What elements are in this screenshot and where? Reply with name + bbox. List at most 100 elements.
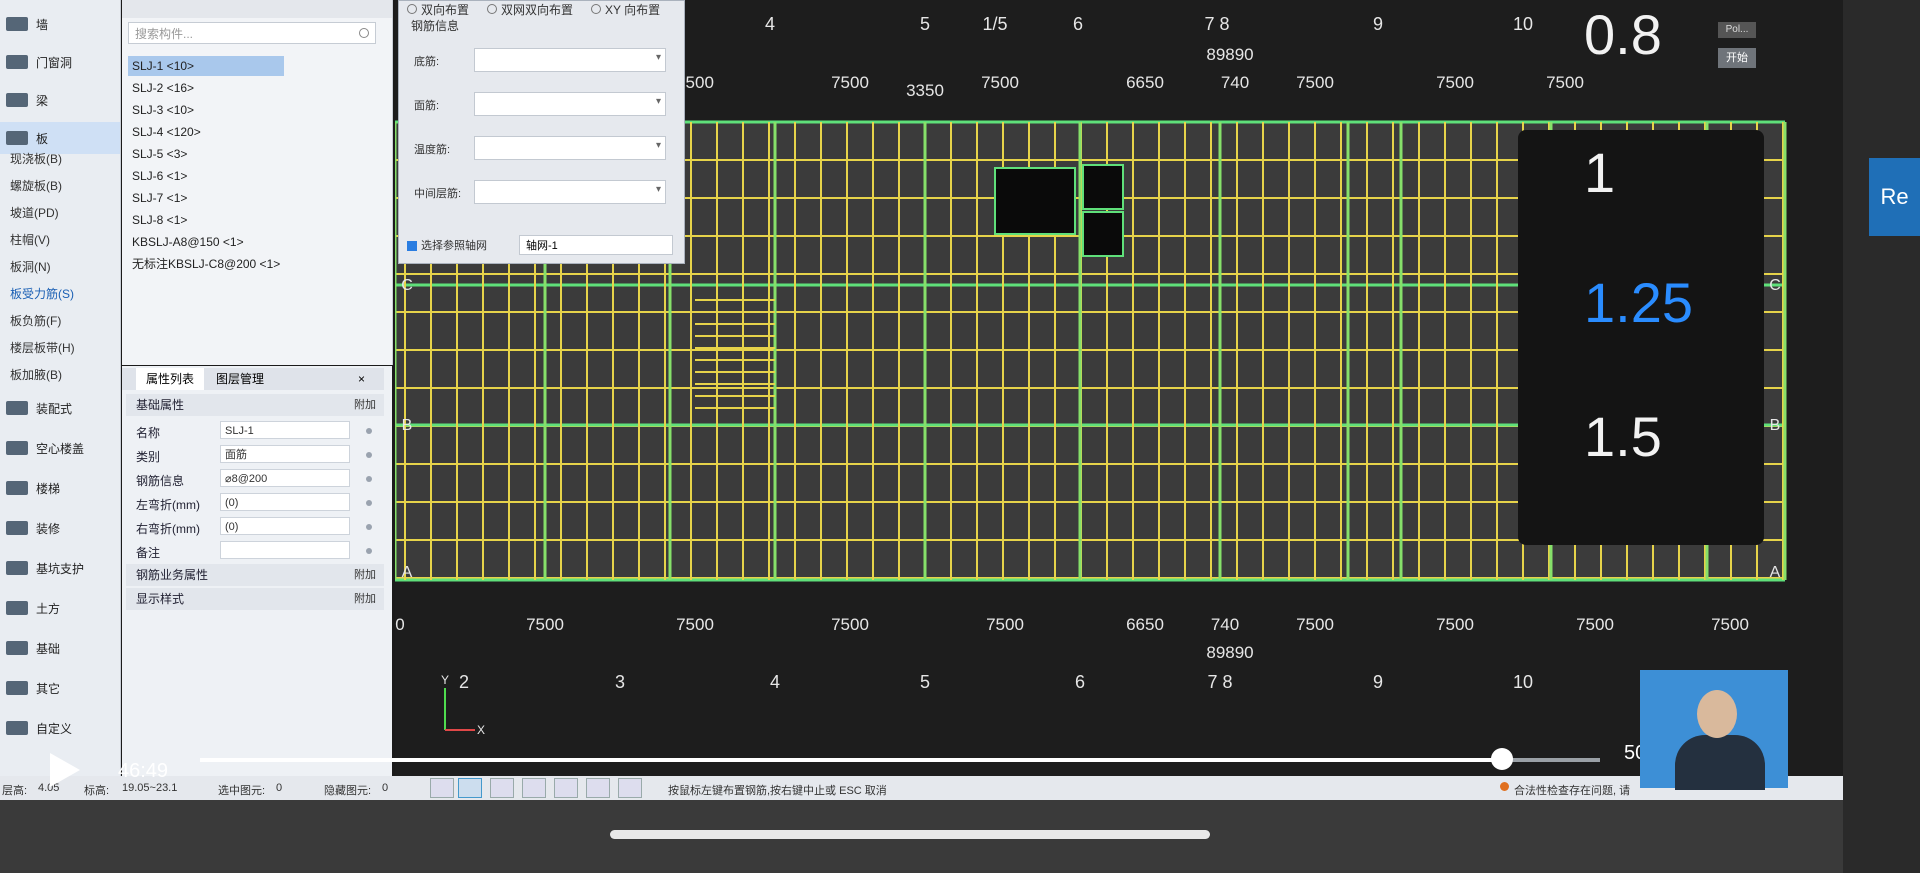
component-item[interactable]: SLJ-2 <16> <box>128 78 194 98</box>
section-basic-add[interactable]: 附加 <box>354 394 376 416</box>
nav-group[interactable]: 土方 <box>0 592 120 624</box>
component-item[interactable]: SLJ-7 <1> <box>128 188 187 208</box>
nav-subitem[interactable]: 坡道(PD) <box>10 204 59 221</box>
property-row[interactable]: 左弯折(mm) (0) <box>130 492 384 514</box>
left-nav: 墙门窗洞梁板 现浇板(B) 螺旋板(B) 坡道(PD) 柱帽(V) 板洞(N) 板受力筋(… <box>0 0 121 800</box>
property-value[interactable]: ⌀8@200 <box>220 469 350 487</box>
property-row[interactable]: 右弯折(mm) (0) <box>130 516 384 538</box>
nav-group[interactable]: 自定义 <box>0 712 120 744</box>
nav-group[interactable]: 装配式 <box>0 392 120 424</box>
nav-subitem[interactable]: 板负筋(F) <box>10 312 61 329</box>
snap-toolbar[interactable] <box>430 778 650 798</box>
grid-icon[interactable] <box>586 778 610 798</box>
angle-icon[interactable] <box>522 778 546 798</box>
zoom-option[interactable]: 1.5 <box>1584 404 1662 469</box>
section-display[interactable]: 显示样式 附加 <box>126 588 384 610</box>
slab-opening[interactable] <box>1082 211 1124 257</box>
property-value[interactable]: (0) <box>220 493 350 511</box>
rebar-field[interactable]: 温度筋: <box>410 136 670 160</box>
rect-snap-icon[interactable] <box>458 778 482 798</box>
dimension-bottom: 7500 <box>1576 615 1614 634</box>
checkbox-icon[interactable] <box>407 241 417 252</box>
slab-opening[interactable] <box>994 167 1076 235</box>
nav-subitem[interactable]: 螺旋板(B) <box>10 177 62 194</box>
nav-group[interactable]: 空心楼盖 <box>0 432 120 464</box>
nav-item-icon <box>6 131 28 145</box>
radio-two-way[interactable]: 双向布置 <box>407 1 469 18</box>
open-button[interactable]: 开始 <box>1718 48 1756 68</box>
property-toggle-icon[interactable] <box>366 452 372 458</box>
property-toggle-icon[interactable] <box>366 428 372 434</box>
property-toggle-icon[interactable] <box>366 548 372 554</box>
zoom-option[interactable]: 1.25 <box>1584 270 1693 335</box>
section-display-add[interactable]: 附加 <box>354 588 376 610</box>
zoom-option[interactable]: 1 <box>1584 140 1615 205</box>
component-item[interactable]: SLJ-3 <10> <box>128 100 194 120</box>
property-row[interactable]: 备注 <box>130 540 384 562</box>
section-basic[interactable]: 基础属性 附加 <box>126 394 384 416</box>
search-input[interactable]: 搜索构件... <box>128 22 376 44</box>
hint-box[interactable]: Pol... <box>1718 22 1756 38</box>
rebar-field[interactable]: 中间层筋: <box>410 180 670 204</box>
component-item[interactable]: KBSLJ-A8@150 <1> <box>128 232 244 252</box>
rebar-field[interactable]: 底筋: <box>410 48 670 72</box>
nav-subitem[interactable]: 现浇板(B) <box>10 150 62 167</box>
component-item[interactable]: SLJ-4 <120> <box>128 122 201 142</box>
rebar-field[interactable]: 面筋: <box>410 92 670 116</box>
property-value[interactable]: (0) <box>220 517 350 535</box>
component-item[interactable]: SLJ-1 <10> <box>128 56 284 76</box>
component-item[interactable]: SLJ-8 <1> <box>128 210 187 230</box>
nav-group[interactable]: 装修 <box>0 512 120 544</box>
property-toggle-icon[interactable] <box>366 524 372 530</box>
progress-knob[interactable] <box>1491 748 1513 770</box>
property-toggle-icon[interactable] <box>366 500 372 506</box>
axis-select[interactable]: 轴网-1 <box>519 235 673 255</box>
zoom-option[interactable]: 0.8 <box>1584 2 1662 67</box>
property-value[interactable]: SLJ-1 <box>220 421 350 439</box>
rebar-field-select[interactable] <box>474 48 666 72</box>
radio-xy[interactable]: XY 向布置 <box>591 1 660 18</box>
property-row[interactable]: 名称 SLJ-1 <box>130 420 384 442</box>
rebar-field-select[interactable] <box>474 180 666 204</box>
nav-subitem[interactable]: 楼层板带(H) <box>10 339 75 356</box>
nav-group[interactable]: 基坑支护 <box>0 552 120 584</box>
nav-subitem[interactable]: 板加腋(B) <box>10 366 62 383</box>
rebar-field-select[interactable] <box>474 136 666 160</box>
property-toggle-icon[interactable] <box>366 476 372 482</box>
search-placeholder: 搜索构件... <box>135 27 194 41</box>
arc-icon[interactable] <box>618 778 642 798</box>
line-icon[interactable] <box>554 778 578 798</box>
nav-item-2[interactable]: 梁 <box>0 84 120 116</box>
nav-subitem[interactable]: 板受力筋(S) <box>10 285 74 302</box>
ortho-icon[interactable] <box>430 778 454 798</box>
component-item[interactable]: 无标注KBSLJ-C8@200 <1> <box>128 254 280 274</box>
row-label-left: A <box>402 564 413 581</box>
component-item[interactable]: SLJ-5 <3> <box>128 144 187 164</box>
section-rebar-add[interactable]: 附加 <box>354 564 376 586</box>
property-value[interactable] <box>220 541 350 559</box>
nav-item-0[interactable]: 墙 <box>0 8 120 40</box>
tab-layers[interactable]: 图层管理 <box>206 368 274 390</box>
cross-icon[interactable] <box>490 778 514 798</box>
play-icon[interactable] <box>50 753 80 787</box>
nav-group[interactable]: 基础 <box>0 632 120 664</box>
component-item[interactable]: SLJ-6 <1> <box>128 166 187 186</box>
slab-opening[interactable] <box>1082 164 1124 210</box>
ref-axis-checkbox[interactable]: 选择参照轴网 <box>407 237 487 253</box>
property-value[interactable]: 面筋 <box>220 445 350 463</box>
home-indicator[interactable] <box>610 830 1210 839</box>
nav-subitem[interactable]: 柱帽(V) <box>10 231 50 248</box>
close-icon[interactable]: × <box>358 368 365 390</box>
property-row[interactable]: 钢筋信息 ⌀8@200 <box>130 468 384 490</box>
search-icon[interactable] <box>359 28 369 38</box>
tab-properties[interactable]: 属性列表 <box>136 368 205 390</box>
rebar-field-select[interactable] <box>474 92 666 116</box>
radio-double-net[interactable]: 双网双向布置 <box>487 1 573 18</box>
nav-group[interactable]: 楼梯 <box>0 472 120 504</box>
nav-item-1[interactable]: 门窗洞 <box>0 46 120 78</box>
section-rebar[interactable]: 钢筋业务属性 附加 <box>126 564 384 586</box>
nav-subitem[interactable]: 板洞(N) <box>10 258 51 275</box>
property-row[interactable]: 类别 面筋 <box>130 444 384 466</box>
warning-text[interactable]: 合法性检查存在问题, 请 <box>1514 782 1630 798</box>
nav-group[interactable]: 其它 <box>0 672 120 704</box>
